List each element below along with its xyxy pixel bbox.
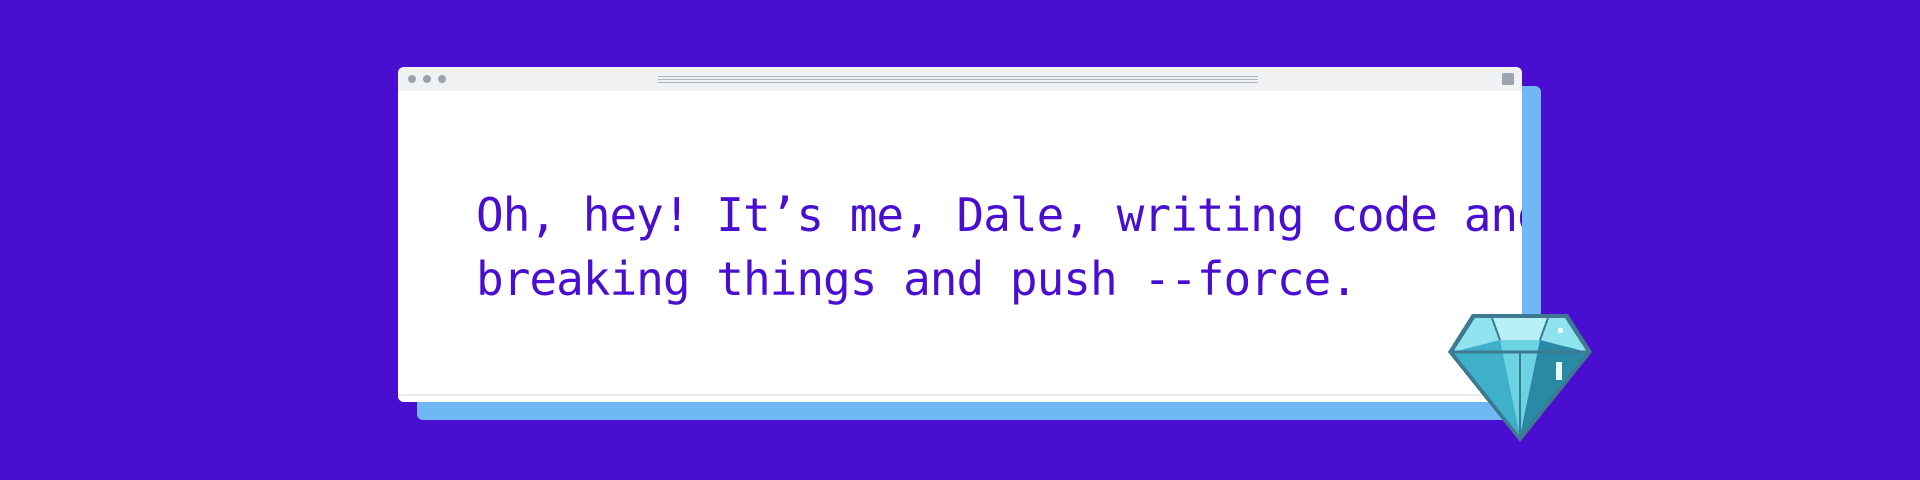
page-background: Oh, hey! It’s me, Dale, writing code and… xyxy=(0,0,1920,480)
window-bottom-rule xyxy=(398,394,1522,396)
app-window: Oh, hey! It’s me, Dale, writing code and… xyxy=(398,67,1522,402)
titlebar-drag-grip[interactable] xyxy=(658,76,1258,83)
gem-sparkle xyxy=(1556,362,1562,380)
diamond-gem-icon xyxy=(1448,314,1592,442)
gem-sparkle-small xyxy=(1558,328,1563,333)
window-control-dot[interactable] xyxy=(408,75,416,83)
window-control-dot[interactable] xyxy=(423,75,431,83)
intro-message: Oh, hey! It’s me, Dale, writing code and… xyxy=(476,183,1522,311)
gem-table xyxy=(1492,318,1548,340)
intro-line-1: Oh, hey! It’s me, Dale, writing code and xyxy=(476,188,1522,242)
window-control-dot[interactable] xyxy=(438,75,446,83)
window-maximize-button[interactable] xyxy=(1502,73,1514,85)
window-titlebar[interactable] xyxy=(398,67,1522,91)
intro-line-2: breaking things and push --force. xyxy=(476,252,1358,306)
